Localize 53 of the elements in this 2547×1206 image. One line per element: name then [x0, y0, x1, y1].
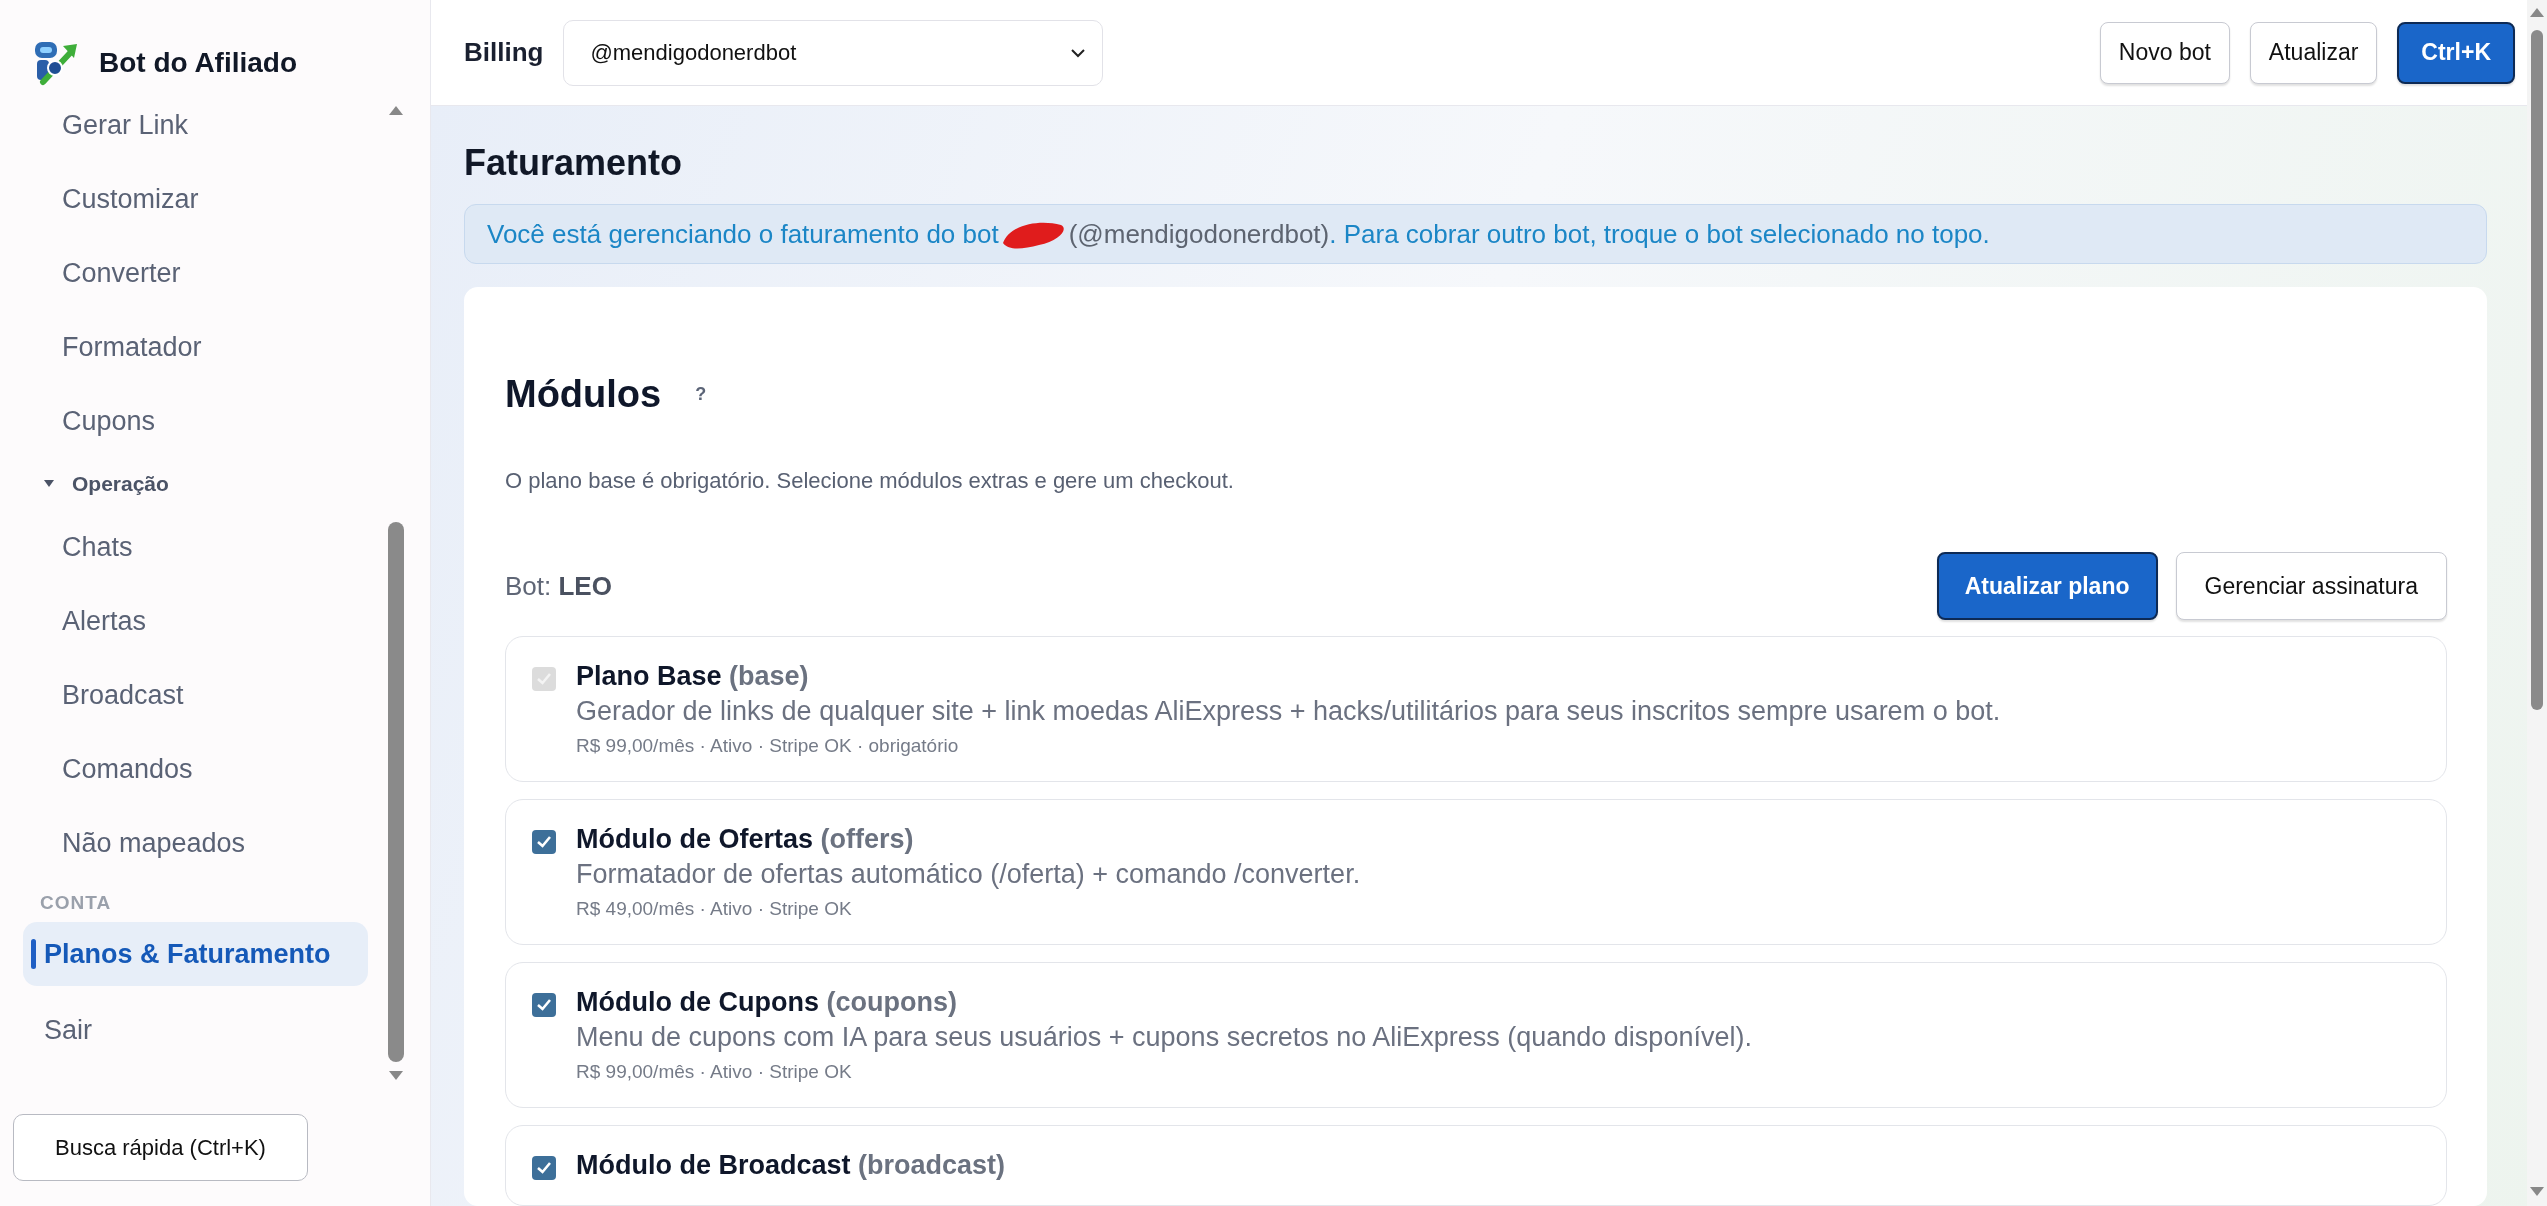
scroll-up-icon[interactable]	[2528, 6, 2546, 18]
quick-search-button[interactable]: Busca rápida (Ctrl+K)	[13, 1114, 308, 1181]
toolbar-button[interactable]: Novo bot	[2099, 21, 2230, 84]
caret-icon	[44, 480, 54, 488]
sidebar-link[interactable]: Broadcast	[0, 658, 382, 732]
module-description: Gerador de links de qualquer site + link moedas AliExpress + hacks/utilitários para seus inscritos sempre usarem o bot.	[576, 696, 2001, 727]
section-description: O plano base é obrigatório. Selecione módulos extras e gere um checkout.	[505, 468, 1235, 494]
sidebar-group-toggle[interactable]: Operação	[0, 458, 382, 510]
toolbar-button[interactable]: Ctrl+K	[2397, 21, 2515, 84]
chevron-down-icon	[1070, 47, 1087, 58]
section-title: Módulos	[505, 373, 662, 416]
sidebar-link[interactable]: Cupons	[0, 384, 382, 458]
bot-handle: (@mendigodonerdbot)	[1068, 218, 1330, 250]
sidebar-section-heading: CONTA	[39, 891, 113, 915]
page-title: Faturamento	[464, 142, 684, 184]
bot-name: Bot: LEO	[505, 570, 613, 602]
sidebar-link[interactable]: Formatador	[0, 310, 382, 384]
module-description: Formatador de ofertas automático (/oferta) + comando /converter.	[576, 859, 1361, 890]
banner-text: Você está gerenciando o faturamento do bot	[487, 218, 999, 250]
sidebar-link[interactable]: Comandos	[0, 732, 382, 806]
scrollbar-thumb[interactable]	[2531, 30, 2543, 710]
bot-select[interactable]: @mendigodonerdbot	[563, 19, 1104, 86]
scroll-down-icon[interactable]	[387, 1070, 405, 1082]
update-plan-button[interactable]: Atualizar plano	[1936, 552, 2158, 620]
sidebar-link[interactable]: Converter	[0, 236, 382, 310]
module-checkbox[interactable]	[532, 1156, 556, 1180]
banner-text: . Para cobrar outro bot, troque o bot selecionado no topo.	[1329, 218, 1990, 250]
scroll-up-icon[interactable]	[387, 104, 405, 116]
sidebar-link[interactable]: Sair	[23, 998, 368, 1062]
module-checkbox[interactable]	[532, 830, 556, 854]
module-meta: R$ 49,00/mês · Ativo · Stripe OK	[576, 898, 853, 920]
module-meta: R$ 99,00/mês · Ativo · Stripe OK	[576, 1061, 853, 1083]
sidebar-link[interactable]: Chats	[0, 510, 382, 584]
sidebar-link[interactable]: Planos & Faturamento	[23, 922, 368, 986]
module-description: Menu de cupons com IA para seus usuários + cupons secretos no AliExpress (quando disponível).	[576, 1022, 1752, 1053]
sidebar-link[interactable]: Alertas	[0, 584, 382, 658]
brand-name: Bot do Afiliado	[99, 47, 298, 79]
module-title: Módulo de Broadcast (broadcast)	[576, 1150, 1006, 1181]
module-meta: R$ 99,00/mês · Ativo · Stripe OK · obrigatório	[576, 735, 960, 757]
scrollbar-thumb[interactable]	[388, 522, 404, 1062]
sidebar-link[interactable]: Customizar	[0, 162, 382, 236]
module-title: Módulo de Ofertas (offers)	[576, 824, 915, 855]
module-title: Plano Base (base)	[576, 661, 810, 692]
scroll-down-icon[interactable]	[2528, 1186, 2546, 1198]
sidebar-link[interactable]: Não mapeados	[0, 806, 382, 880]
module-title: Módulo de Cupons (coupons)	[576, 987, 958, 1018]
manage-subscription-button[interactable]: Gerenciar assinatura	[2175, 552, 2447, 620]
module-checkbox[interactable]	[532, 993, 556, 1017]
robot-logo-icon	[33, 40, 79, 86]
help-icon[interactable]: ?	[695, 384, 707, 405]
sidebar-link[interactable]: Gerar Link	[0, 88, 382, 162]
billing-label: Billing	[464, 37, 544, 68]
toolbar-button[interactable]: Atualizar	[2249, 21, 2378, 84]
